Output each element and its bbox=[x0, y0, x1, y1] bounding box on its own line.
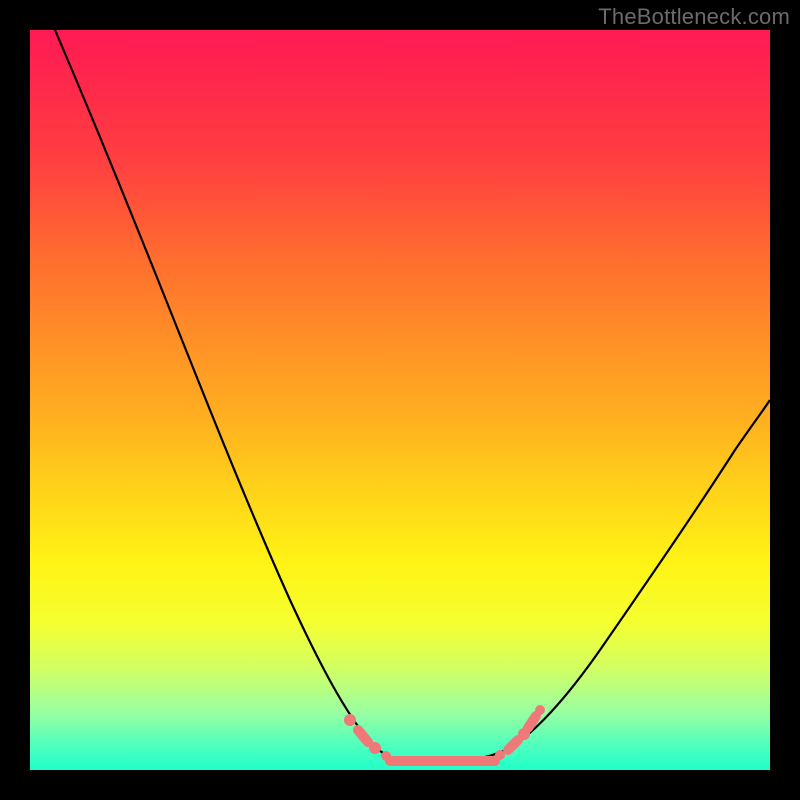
curve-left bbox=[55, 30, 430, 763]
chart-frame: TheBottleneck.com bbox=[0, 0, 800, 800]
marker-dash bbox=[508, 740, 518, 750]
marker-dash bbox=[358, 730, 368, 742]
marker-dash bbox=[528, 716, 536, 728]
marker-dot bbox=[535, 705, 545, 715]
marker-dot bbox=[381, 751, 391, 761]
curve-right bbox=[430, 400, 770, 763]
watermark-text: TheBottleneck.com bbox=[598, 4, 790, 30]
plot-area bbox=[30, 30, 770, 770]
marker-dot bbox=[344, 714, 356, 726]
curve-svg bbox=[30, 30, 770, 770]
marker-dot bbox=[369, 742, 381, 754]
